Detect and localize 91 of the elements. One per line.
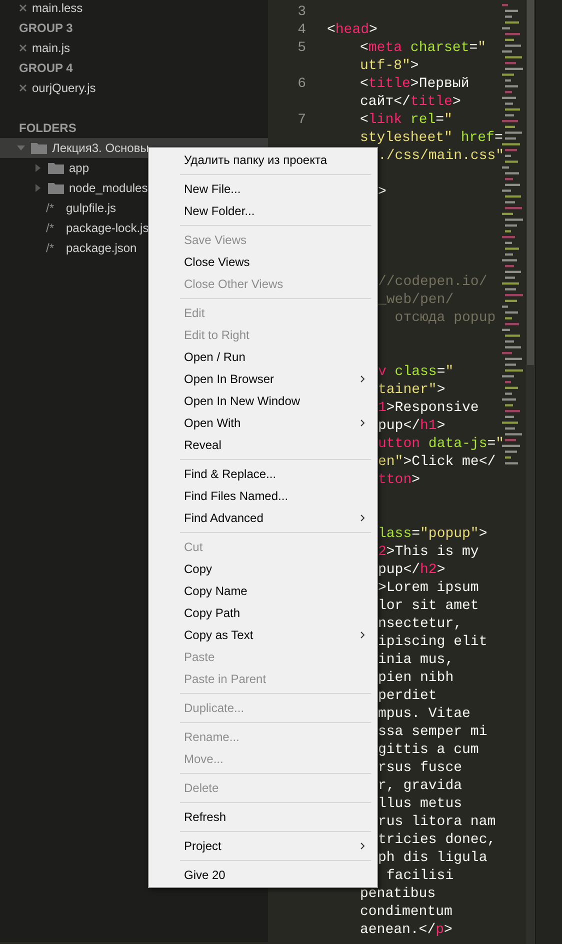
group-heading: GROUP 4	[19, 60, 73, 77]
file-name: gulpfile.js	[66, 200, 116, 217]
code-line: ssa semper mi	[378, 722, 488, 742]
scrollbar[interactable]	[526, 0, 535, 944]
open-file-item[interactable]: main.js	[0, 38, 268, 58]
menu-item[interactable]: Copy Path	[149, 602, 377, 624]
code-line: facilisi	[385, 866, 454, 886]
menu-item[interactable]: Project	[149, 835, 377, 857]
menu-item[interactable]: Copy Name	[149, 580, 377, 602]
code-line: en">Click me</	[378, 452, 496, 472]
code-line: tricies donec,	[378, 830, 496, 850]
file-type-icon: /*	[46, 199, 64, 217]
collapsed-arrow-icon[interactable]	[34, 164, 42, 172]
collapsed-arrow-icon[interactable]	[34, 184, 42, 192]
close-icon[interactable]	[19, 84, 27, 92]
close-icon[interactable]	[19, 4, 27, 12]
code-line: utton data-js="	[378, 434, 504, 454]
file-type-icon: /*	[46, 239, 64, 257]
open-file-item[interactable]: main.less	[0, 0, 268, 18]
code-line: inia mus,	[378, 650, 454, 670]
file-type-icon: /*	[46, 219, 64, 237]
code-line: <head>	[327, 20, 378, 40]
open-file-item[interactable]: ourjQuery.js	[0, 78, 268, 98]
expanded-arrow-icon[interactable]	[17, 144, 25, 152]
code-line: <meta charset="	[360, 38, 486, 58]
code-line: pup</h1>	[378, 416, 446, 436]
code-line: llus metus	[378, 794, 462, 814]
folder-icon	[31, 142, 47, 154]
code-line: >Lorem ipsum	[378, 578, 479, 598]
group-heading: GROUP 3	[19, 20, 73, 37]
file-name: package-lock.js	[66, 220, 149, 237]
line-number: 5	[296, 38, 306, 58]
line-number: 6	[296, 74, 306, 94]
code-line: lor sit amet	[378, 596, 479, 616]
code-line: ipiscing elit	[378, 632, 488, 652]
code-line: condimentum	[360, 902, 452, 922]
code-line: perdiet	[378, 686, 437, 706]
menu-item[interactable]: Open / Run	[149, 346, 377, 368]
folder-name: app	[69, 160, 90, 177]
code-line: _web/pen/	[378, 290, 454, 310]
folder-icon	[48, 162, 64, 174]
folder-name: node_modules	[69, 180, 148, 197]
code-line: r, gravida	[378, 776, 462, 796]
menu-item[interactable]: New Folder...	[149, 200, 377, 222]
code-line: penatibus	[360, 884, 436, 904]
menu-item[interactable]: Refresh	[149, 806, 377, 828]
code-line: 2>This is my	[378, 542, 479, 562]
folders-heading: FOLDERS	[19, 120, 76, 137]
code-line: v class="	[378, 362, 454, 382]
menu-item[interactable]: Close Views	[149, 251, 377, 273]
code-line: <title>Первый	[360, 74, 470, 94]
code-line: pup</h2>	[378, 560, 446, 580]
menu-item[interactable]: Find Advanced	[149, 507, 377, 529]
menu-item[interactable]: Find & Replace...	[149, 463, 377, 485]
menu-item[interactable]: Copy	[149, 558, 377, 580]
code-line: >	[378, 182, 386, 202]
menu-item[interactable]: Give 20	[149, 864, 377, 886]
close-icon[interactable]	[19, 44, 27, 52]
code-line: rus litora nam	[378, 812, 496, 832]
scrollbar-thumb[interactable]	[527, 0, 534, 365]
menu-item[interactable]: Find Files Named...	[149, 485, 377, 507]
code-line: stylesheet" href=	[360, 128, 503, 148]
menu-item[interactable]: Reveal	[149, 434, 377, 456]
folder-icon	[48, 182, 64, 194]
folder-name: Лекция3. Основы	[52, 140, 149, 157]
menu-item[interactable]: Copy as Text	[149, 624, 377, 646]
menu-item[interactable]: New File...	[149, 178, 377, 200]
code-line: ph dis ligula	[378, 848, 488, 868]
menu-item[interactable]: Open In New Window	[149, 390, 377, 412]
code-line: nsectetur,	[378, 614, 462, 634]
code-line: сайт</title>	[360, 92, 461, 112]
line-number: 7	[296, 110, 306, 130]
code-line: tainer">	[378, 380, 446, 400]
code-line: lass="popup">	[378, 524, 488, 544]
code-line: utf-8">	[360, 56, 419, 76]
code-line: pien nibh	[378, 668, 454, 688]
code-line: gittis a cum	[378, 740, 479, 760]
code-line: mpus. Vitae	[378, 704, 470, 724]
code-line: //codepen.io/	[378, 272, 488, 292]
code-line: отсюда popup	[394, 308, 496, 328]
code-line: aenean.</p>	[360, 920, 452, 940]
code-line: rsus fusce	[378, 758, 462, 778]
code-line: tton>	[378, 470, 420, 490]
line-number: 4	[296, 20, 306, 40]
code-line: 1>Responsive	[378, 398, 479, 418]
menu-item[interactable]: Open With	[149, 412, 377, 434]
code-line: ./css/main.css"	[378, 146, 504, 166]
file-name: package.json	[66, 240, 137, 257]
code-line: <link rel="	[360, 110, 452, 130]
menu-item[interactable]: Open In Browser	[149, 368, 377, 390]
line-number: 3	[296, 2, 306, 22]
